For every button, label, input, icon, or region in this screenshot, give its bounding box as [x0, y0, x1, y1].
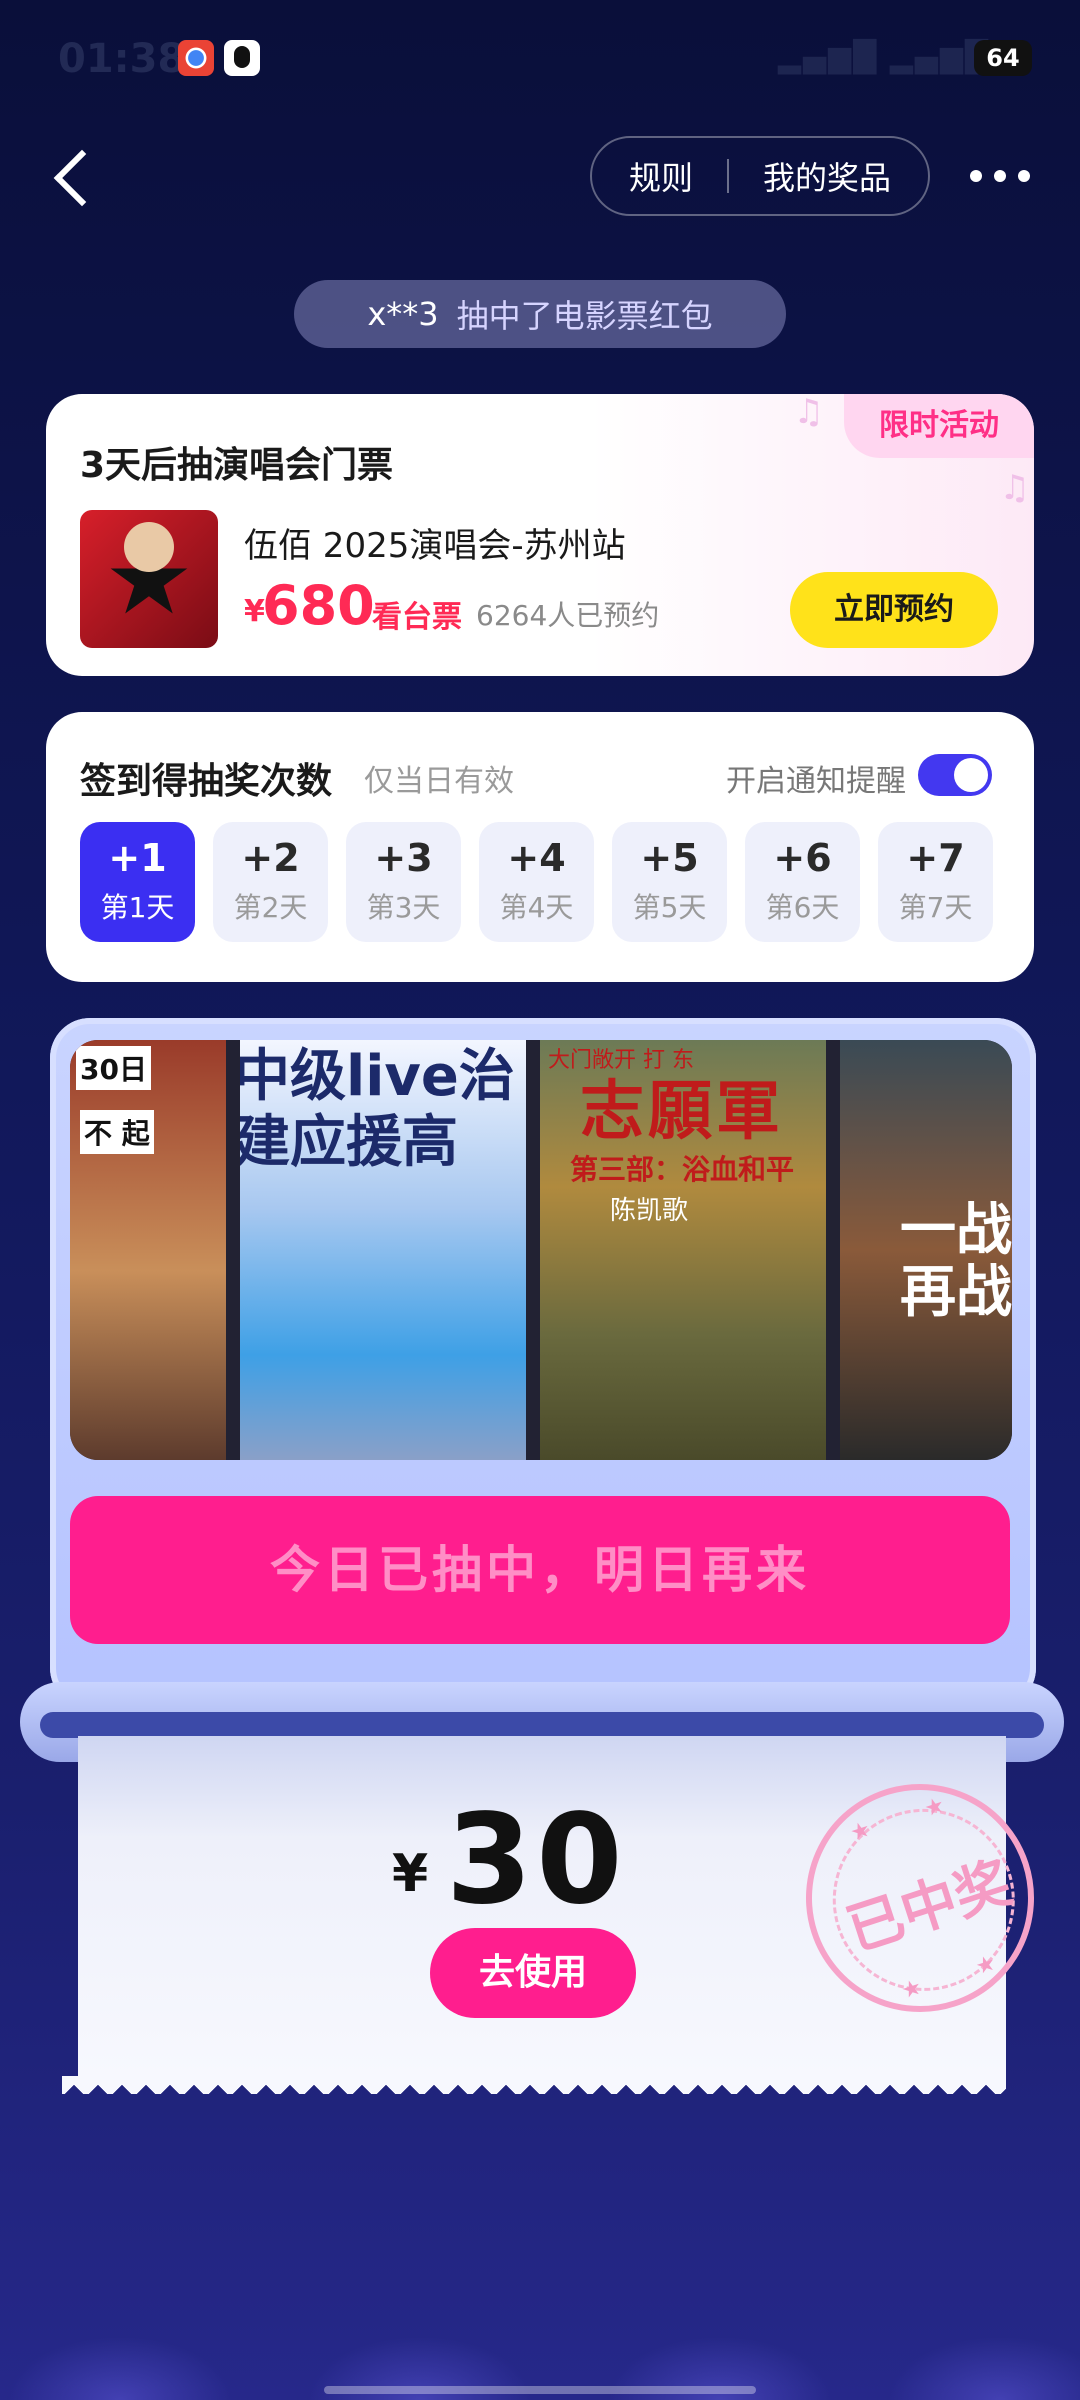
day-label: 第3天 — [366, 891, 441, 924]
star-icon: ★ — [898, 1974, 925, 2005]
prize-amount: 30 — [446, 1788, 627, 1932]
poster-text: 30日 — [76, 1046, 151, 1090]
day-plus: +1 — [108, 836, 167, 880]
machine-slot — [40, 1712, 1044, 1738]
poster-text: 志願軍 — [580, 1075, 784, 1149]
music-note-icon: ♫ — [999, 468, 1030, 508]
movie-poster: 中级live治 建应援高 — [240, 1040, 526, 1460]
concert-poster: ★ — [80, 510, 218, 648]
limited-badge: 限时活动 — [844, 394, 1034, 458]
concert-price: 680 — [262, 574, 375, 637]
ticker-message: 抽中了电影票红包 — [456, 297, 713, 335]
poster-text: 陈凯歌 — [610, 1196, 689, 1226]
checkin-subtitle: 仅当日有效 — [364, 764, 514, 799]
draw-button[interactable]: 今日已抽中，明日再来 — [70, 1496, 1010, 1644]
day-plus: +7 — [906, 836, 965, 880]
home-indicator[interactable] — [324, 2386, 756, 2394]
checkin-title: 签到得抽奖次数 — [80, 761, 333, 802]
day-label: 第6天 — [765, 891, 840, 924]
poster-text: 第三部：浴血和平 — [570, 1153, 795, 1186]
day-label: 第7天 — [898, 891, 973, 924]
ticker-user: x**3 — [367, 295, 439, 333]
checkin-day-7[interactable]: +7 第7天 — [878, 822, 993, 942]
use-button[interactable]: 去使用 — [430, 1928, 636, 2018]
star-icon: ★ — [847, 1816, 874, 1847]
checkin-day-3[interactable]: +3 第3天 — [346, 822, 461, 942]
day-plus: +4 — [507, 836, 566, 880]
poster-text: 一战 再战 — [900, 1198, 1012, 1325]
day-plus: +5 — [640, 836, 699, 880]
battery-indicator: 64 — [974, 40, 1032, 76]
music-note-icon: ♫ — [793, 394, 824, 432]
movie-poster: 30日 不 起 — [70, 1040, 226, 1460]
prize-currency: ¥ — [392, 1844, 429, 1904]
nav-pill: 规则 我的奖品 — [590, 136, 930, 216]
winner-ticker: x**3 抽中了电影票红包 — [294, 280, 786, 348]
qq-icon — [224, 40, 260, 76]
my-prizes-link[interactable]: 我的奖品 — [763, 153, 891, 199]
checkin-card: 签到得抽奖次数 仅当日有效 开启通知提醒 +1 第1天 +2 第2天 +3 第3… — [46, 712, 1034, 982]
notify-label: 开启通知提醒 — [726, 764, 906, 799]
checkin-day-6[interactable]: +6 第6天 — [745, 822, 860, 942]
poster-text: 中级live治 建应援高 — [240, 1044, 515, 1175]
receipt-edge — [62, 2076, 1006, 2094]
back-icon[interactable] — [50, 148, 94, 208]
more-icon[interactable] — [970, 164, 1030, 188]
concert-card[interactable]: 3天后抽演唱会门票 限时活动 ♫ ♫ ★ 伍佰 2025演唱会-苏州站 ¥ 68… — [46, 394, 1034, 676]
ticket-type: 看台票 — [372, 600, 462, 635]
day-label: 第5天 — [632, 891, 707, 924]
movie-poster: 一战 再战 — [840, 1040, 1012, 1460]
star-icon: ★ — [921, 1792, 948, 1823]
movie-poster: 大门敞开 打 东 志願軍 第三部：浴血和平 陈凯歌 — [540, 1040, 826, 1460]
day-plus: +2 — [241, 836, 300, 880]
reserved-count: 6264人已预约 — [476, 599, 660, 632]
concert-name: 伍佰 2025演唱会-苏州站 — [244, 526, 626, 566]
poster-text: 不 起 — [80, 1110, 154, 1154]
checkin-day-5[interactable]: +5 第5天 — [612, 822, 727, 942]
stamp-text: 已中奖 — [839, 1850, 1020, 1964]
rules-link[interactable]: 规则 — [629, 153, 693, 199]
reserve-button[interactable]: 立即预约 — [790, 572, 998, 648]
status-bar: 01:38 ▂▄▆█ ▂▄▆█ 64 — [0, 0, 1080, 120]
signal-icon: ▂▄▆█ ▂▄▆█ — [777, 40, 990, 75]
day-label: 第1天 — [100, 891, 175, 924]
concert-card-title: 3天后抽演唱会门票 — [80, 445, 394, 486]
divider — [727, 159, 729, 193]
checkin-days: +1 第1天 +2 第2天 +3 第3天 +4 第4天 +5 第5天 +6 第6… — [80, 822, 993, 942]
checkin-day-2[interactable]: +2 第2天 — [213, 822, 328, 942]
status-time: 01:38 — [58, 36, 186, 82]
chrome-icon — [178, 40, 214, 76]
day-label: 第4天 — [499, 891, 574, 924]
day-plus: +3 — [374, 836, 433, 880]
movie-reel: 30日 不 起 中级live治 建应援高 大门敞开 打 东 志願軍 第三部：浴血… — [70, 1040, 1012, 1460]
day-label: 第2天 — [233, 891, 308, 924]
checkin-day-1[interactable]: +1 第1天 — [80, 822, 195, 942]
notify-toggle[interactable] — [918, 754, 992, 796]
day-plus: +6 — [773, 836, 832, 880]
checkin-day-4[interactable]: +4 第4天 — [479, 822, 594, 942]
star-icon: ★ — [972, 1950, 1000, 1981]
decorative-arcs — [0, 2250, 1080, 2400]
